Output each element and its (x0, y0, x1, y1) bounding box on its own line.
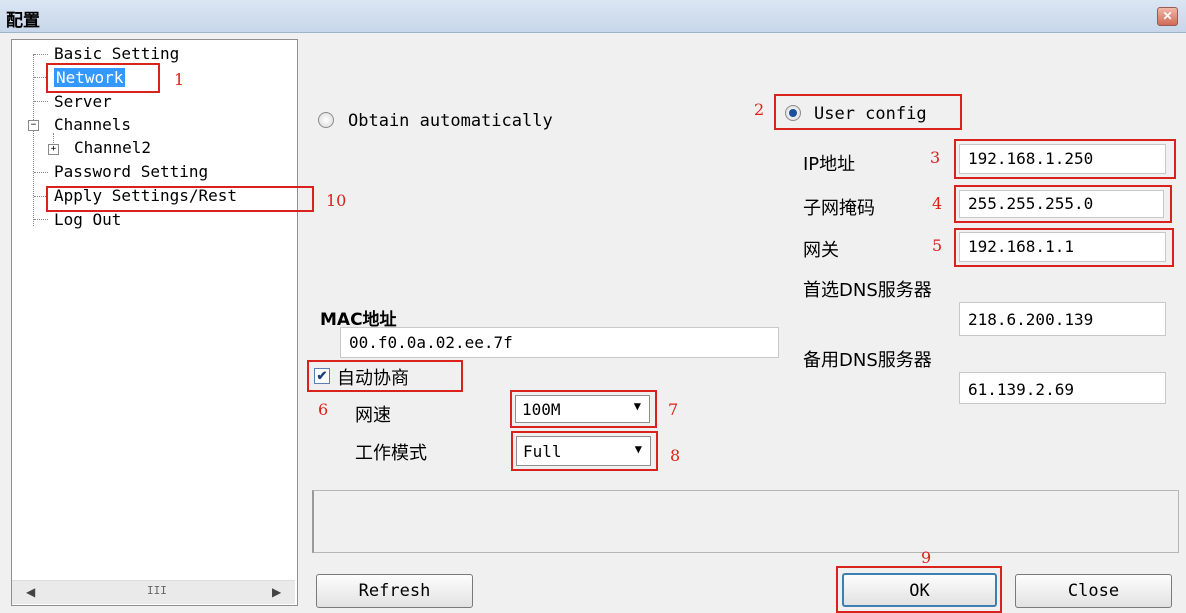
tree-connector (34, 54, 48, 55)
ip-address-label: IP地址 (803, 154, 856, 175)
tree-horizontal-scrollbar[interactable]: ◀ III ▶ (12, 580, 295, 604)
gateway-field[interactable]: 192.168.1.1 (959, 232, 1166, 262)
annotation-number: 9 (921, 548, 932, 567)
tree-item-password-setting[interactable]: Password Setting (54, 162, 208, 181)
ok-button[interactable]: OK (842, 573, 997, 607)
tree-item-label: Channels (54, 115, 132, 134)
annotation-number: 10 (326, 191, 347, 210)
annotation-box-1 (46, 63, 160, 93)
secondary-dns-label: 备用DNS服务器 (803, 350, 932, 371)
annotation-number: 5 (932, 236, 943, 255)
ip-address-field[interactable]: 192.168.1.250 (959, 144, 1166, 174)
chevron-down-icon: ▼ (633, 399, 641, 413)
work-mode-select-value: Full (523, 442, 562, 461)
work-mode-select[interactable]: Full ▼ (516, 436, 651, 466)
auto-negotiate-checkbox[interactable]: ✔ (314, 368, 330, 384)
tree-item-label: Server (54, 92, 112, 111)
speed-label: 网速 (355, 405, 391, 426)
work-mode-label: 工作模式 (355, 443, 427, 464)
annotation-box-10 (46, 186, 314, 212)
annotation-number: 7 (668, 400, 679, 419)
chevron-down-icon: ▼ (634, 442, 642, 456)
annotation-number: 8 (670, 446, 681, 465)
obtain-automatically-radio[interactable] (318, 112, 334, 128)
primary-dns-label: 首选DNS服务器 (803, 280, 932, 301)
subnet-mask-field[interactable]: 255.255.255.0 (959, 190, 1164, 218)
secondary-dns-field[interactable]: 61.139.2.69 (959, 372, 1166, 404)
tree-item-label: Channel2 (74, 138, 152, 157)
user-config-label: User config (814, 104, 927, 124)
annotation-number: 4 (932, 194, 943, 213)
config-window: 配置 ✕ Basic Setting Network Server − Chan… (0, 0, 1186, 613)
tree-item-label: Basic Setting (54, 44, 180, 63)
tree-connector (34, 101, 48, 102)
annotation-number: 6 (318, 400, 329, 419)
auto-negotiate-label: 自动协商 (337, 368, 409, 389)
tree-connector (34, 172, 48, 173)
annotation-number: 3 (930, 148, 941, 167)
scroll-right-icon[interactable]: ▶ (272, 585, 281, 599)
tree-item-basic-setting[interactable]: Basic Setting (54, 44, 179, 63)
expand-icon[interactable]: + (48, 144, 59, 155)
scroll-left-icon[interactable]: ◀ (26, 585, 35, 599)
scroll-thumb[interactable]: III (147, 584, 167, 597)
close-button[interactable]: Close (1015, 574, 1172, 608)
speed-select[interactable]: 100M ▼ (515, 395, 650, 423)
gateway-label: 网关 (803, 240, 839, 261)
annotation-number: 2 (754, 100, 765, 119)
obtain-automatically-label: Obtain automatically (348, 111, 553, 131)
tree-item-channel2[interactable]: Channel2 (74, 138, 151, 157)
tree-item-log-out[interactable]: Log Out (54, 210, 121, 229)
close-window-button[interactable]: ✕ (1157, 7, 1178, 26)
tree-item-channels[interactable]: Channels (54, 115, 131, 134)
speed-select-value: 100M (522, 400, 561, 419)
collapse-icon[interactable]: − (28, 120, 39, 131)
tree-item-label: Log Out (54, 210, 122, 229)
primary-dns-field[interactable]: 218.6.200.139 (959, 302, 1166, 336)
tree-item-label: Password Setting (54, 162, 209, 181)
status-panel (312, 490, 1179, 553)
settings-tree: Basic Setting Network Server − Channels … (11, 39, 298, 606)
refresh-button[interactable]: Refresh (316, 574, 473, 608)
tree-guide-line (33, 54, 34, 226)
window-title: 配置 (6, 11, 40, 31)
user-config-radio[interactable] (785, 105, 801, 121)
subnet-mask-label: 子网掩码 (803, 198, 875, 219)
mac-address-field: 00.f0.0a.02.ee.7f (340, 327, 779, 358)
title-bar: 配置 ✕ (0, 0, 1186, 33)
tree-connector (34, 219, 48, 220)
annotation-number: 1 (174, 70, 185, 89)
tree-item-server[interactable]: Server (54, 92, 112, 111)
